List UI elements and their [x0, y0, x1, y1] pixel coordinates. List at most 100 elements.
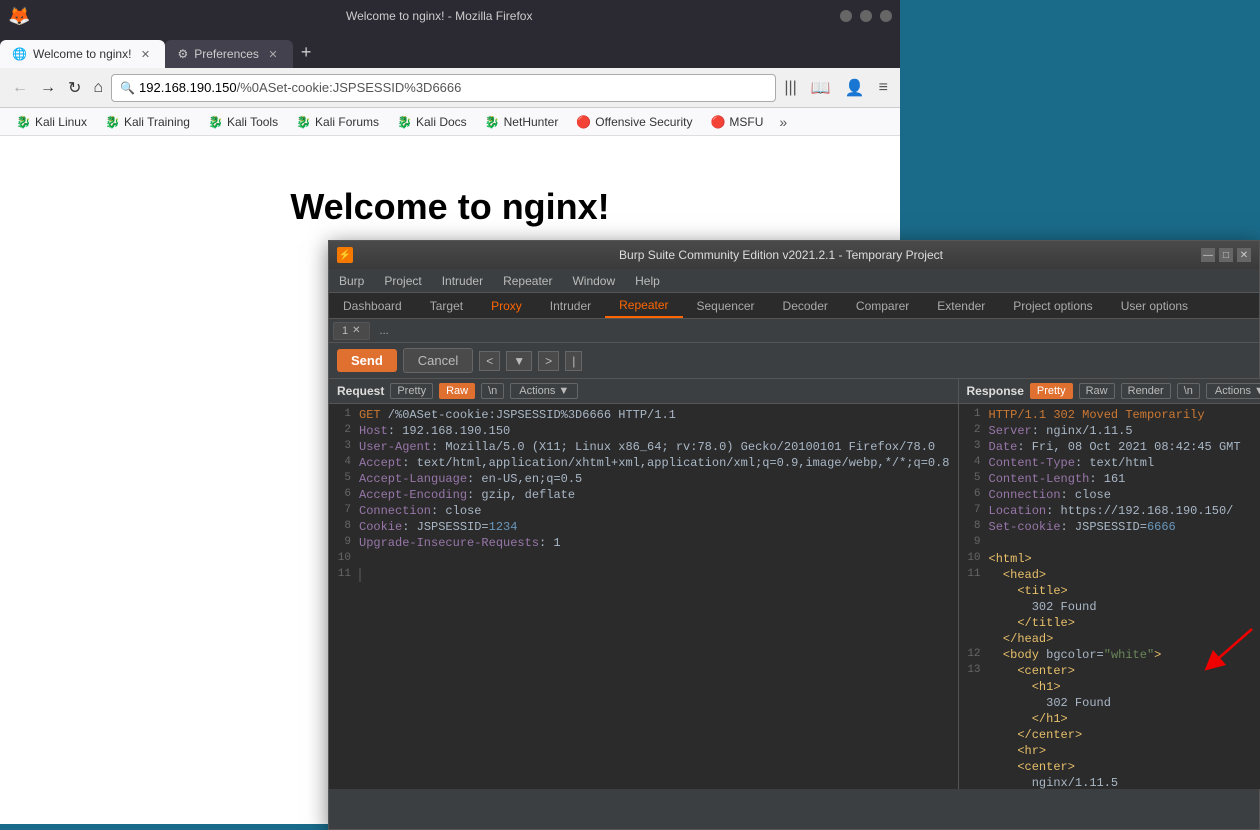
- burp-minimize-button[interactable]: —: [1201, 248, 1215, 262]
- tab-nginx-label: Welcome to nginx!: [33, 47, 132, 61]
- response-line-8: 8 Set-cookie: JSPSESSID=6666: [959, 520, 1260, 536]
- tab-project-options[interactable]: Project options: [999, 295, 1106, 317]
- response-line-2: 2 Server: nginx/1.11.5: [959, 424, 1260, 440]
- close-button[interactable]: ✕: [880, 10, 892, 22]
- response-raw-button[interactable]: Raw: [1079, 383, 1115, 399]
- profile-button[interactable]: 👤: [841, 74, 869, 102]
- tab-extender[interactable]: Extender: [923, 295, 999, 317]
- offensive-security-icon: 🔴: [576, 115, 591, 129]
- bookmark-offensive-security[interactable]: 🔴 Offensive Security: [568, 113, 700, 131]
- menu-button[interactable]: ≡: [875, 75, 892, 101]
- tab-nginx[interactable]: 🌐 Welcome to nginx! ✕: [0, 40, 165, 68]
- request-newline-button[interactable]: \n: [481, 383, 504, 399]
- tab-nginx-close[interactable]: ✕: [137, 46, 153, 62]
- response-line-20: </h1>: [959, 712, 1260, 728]
- menu-repeater[interactable]: Repeater: [493, 269, 562, 292]
- prev-request-button[interactable]: <: [479, 351, 500, 371]
- tab-comparer[interactable]: Comparer: [842, 295, 923, 317]
- minimize-button[interactable]: —: [840, 10, 852, 22]
- bookmark-nethunter[interactable]: 🐉 NetHunter: [477, 113, 567, 131]
- response-render-button[interactable]: Render: [1121, 383, 1171, 399]
- forward-button[interactable]: →: [36, 75, 60, 101]
- maximize-button[interactable]: □: [860, 10, 872, 22]
- next-request-button[interactable]: >: [538, 351, 559, 371]
- browser-title: Welcome to nginx! - Mozilla Firefox: [38, 9, 840, 23]
- bookmark-offensive-security-label: Offensive Security: [595, 115, 692, 129]
- home-button[interactable]: ⌂: [89, 75, 107, 101]
- send-button[interactable]: Send: [337, 349, 397, 372]
- tab-nginx-favicon: 🌐: [12, 47, 27, 61]
- address-bar: 🔍 192.168.190.150/%0ASet-cookie:JSPSESSI…: [111, 74, 776, 102]
- reload-button[interactable]: ↻: [64, 74, 85, 102]
- bookmark-kali-tools[interactable]: 🐉 Kali Tools: [200, 113, 286, 131]
- nav-icons: ||| 📖 👤 ≡: [780, 74, 892, 102]
- cancel-button[interactable]: Cancel: [403, 348, 473, 373]
- last-request-button[interactable]: |: [565, 351, 582, 371]
- response-line-13: 302 Found: [959, 600, 1260, 616]
- new-tab-button[interactable]: +: [293, 42, 320, 63]
- response-line-1: 1 HTTP/1.1 302 Moved Temporarily: [959, 408, 1260, 424]
- tab-preferences[interactable]: ⚙ Preferences ✕: [165, 40, 292, 68]
- request-pretty-button[interactable]: Pretty: [390, 383, 433, 399]
- response-line-19: 302 Found: [959, 696, 1260, 712]
- response-line-11: 11 <head>: [959, 568, 1260, 584]
- response-code-area[interactable]: 1 HTTP/1.1 302 Moved Temporarily 2 Serve…: [959, 404, 1260, 789]
- bookmark-kali-docs-label: Kali Docs: [416, 115, 467, 129]
- back-button[interactable]: ←: [8, 75, 32, 101]
- request-actions-button[interactable]: Actions ▼: [510, 383, 578, 399]
- repeater-tab-1[interactable]: 1 ✕: [333, 322, 370, 340]
- tab-sequencer[interactable]: Sequencer: [683, 295, 769, 317]
- request-dropdown-button[interactable]: ▼: [506, 351, 532, 371]
- request-line-7: 7 Connection: close: [329, 504, 958, 520]
- request-line-2: 2 Host: 192.168.190.150: [329, 424, 958, 440]
- kali-training-icon: 🐉: [105, 115, 120, 129]
- kali-docs-icon: 🐉: [397, 115, 412, 129]
- address-path: /%0ASet-cookie:JSPSESSID%3D6666: [237, 80, 462, 95]
- request-line-1: 1 GET /%0ASet-cookie:JSPSESSID%3D6666 HT…: [329, 408, 958, 424]
- bookmark-kali-tools-label: Kali Tools: [227, 115, 278, 129]
- menu-help[interactable]: Help: [625, 269, 670, 292]
- bookmarks-overflow-button[interactable]: »: [773, 112, 793, 132]
- nethunter-icon: 🐉: [485, 115, 500, 129]
- pocket-button[interactable]: 📖: [807, 74, 835, 102]
- response-newline-button[interactable]: \n: [1177, 383, 1200, 399]
- tab-decoder[interactable]: Decoder: [769, 295, 842, 317]
- bookmark-msfu-label: MSFU: [729, 115, 763, 129]
- bookmark-kali-training[interactable]: 🐉 Kali Training: [97, 113, 198, 131]
- burp-title-text: Burp Suite Community Edition v2021.2.1 -…: [361, 248, 1201, 262]
- tab-preferences-favicon: ⚙: [177, 47, 188, 61]
- tab-preferences-close[interactable]: ✕: [265, 46, 281, 62]
- menu-project[interactable]: Project: [374, 269, 431, 292]
- response-actions-dropdown-icon: ▼: [1254, 385, 1260, 397]
- bookmarks-bar: 🐉 Kali Linux 🐉 Kali Training 🐉 Kali Tool…: [0, 108, 900, 136]
- bookmark-kali-docs[interactable]: 🐉 Kali Docs: [389, 113, 475, 131]
- menu-window[interactable]: Window: [562, 269, 625, 292]
- request-line-4: 4 Accept: text/html,application/xhtml+xm…: [329, 456, 958, 472]
- bookmark-kali-forums[interactable]: 🐉 Kali Forums: [288, 113, 387, 131]
- burp-maximize-button[interactable]: □: [1219, 248, 1233, 262]
- bookmark-kali-linux[interactable]: 🐉 Kali Linux: [8, 113, 95, 131]
- response-line-24: nginx/1.11.5: [959, 776, 1260, 789]
- request-code-area[interactable]: 1 GET /%0ASet-cookie:JSPSESSID%3D6666 HT…: [329, 404, 958, 789]
- menu-intruder[interactable]: Intruder: [432, 269, 493, 292]
- tab-repeater[interactable]: Repeater: [605, 294, 682, 318]
- request-raw-button[interactable]: Raw: [439, 383, 475, 399]
- menu-burp[interactable]: Burp: [329, 269, 374, 292]
- response-actions-button[interactable]: Actions ▼: [1206, 383, 1260, 399]
- repeater-tab-1-close[interactable]: ✕: [352, 325, 360, 336]
- tab-proxy[interactable]: Proxy: [477, 295, 536, 317]
- response-line-10: 10 <html>: [959, 552, 1260, 568]
- library-button[interactable]: |||: [780, 75, 800, 101]
- kali-linux-icon: 🐉: [16, 115, 31, 129]
- bookmark-msfu[interactable]: 🔴 MSFU: [702, 113, 771, 131]
- tab-target[interactable]: Target: [416, 295, 477, 317]
- response-pretty-button[interactable]: Pretty: [1030, 383, 1073, 399]
- tab-intruder[interactable]: Intruder: [536, 295, 605, 317]
- response-line-14: </title>: [959, 616, 1260, 632]
- response-line-6: 6 Connection: close: [959, 488, 1260, 504]
- tab-dashboard[interactable]: Dashboard: [329, 295, 416, 317]
- kali-tools-icon: 🐉: [208, 115, 223, 129]
- burp-close-button[interactable]: ✕: [1237, 248, 1251, 262]
- repeater-tab-more[interactable]: ...: [372, 323, 397, 339]
- tab-user-options[interactable]: User options: [1107, 295, 1202, 317]
